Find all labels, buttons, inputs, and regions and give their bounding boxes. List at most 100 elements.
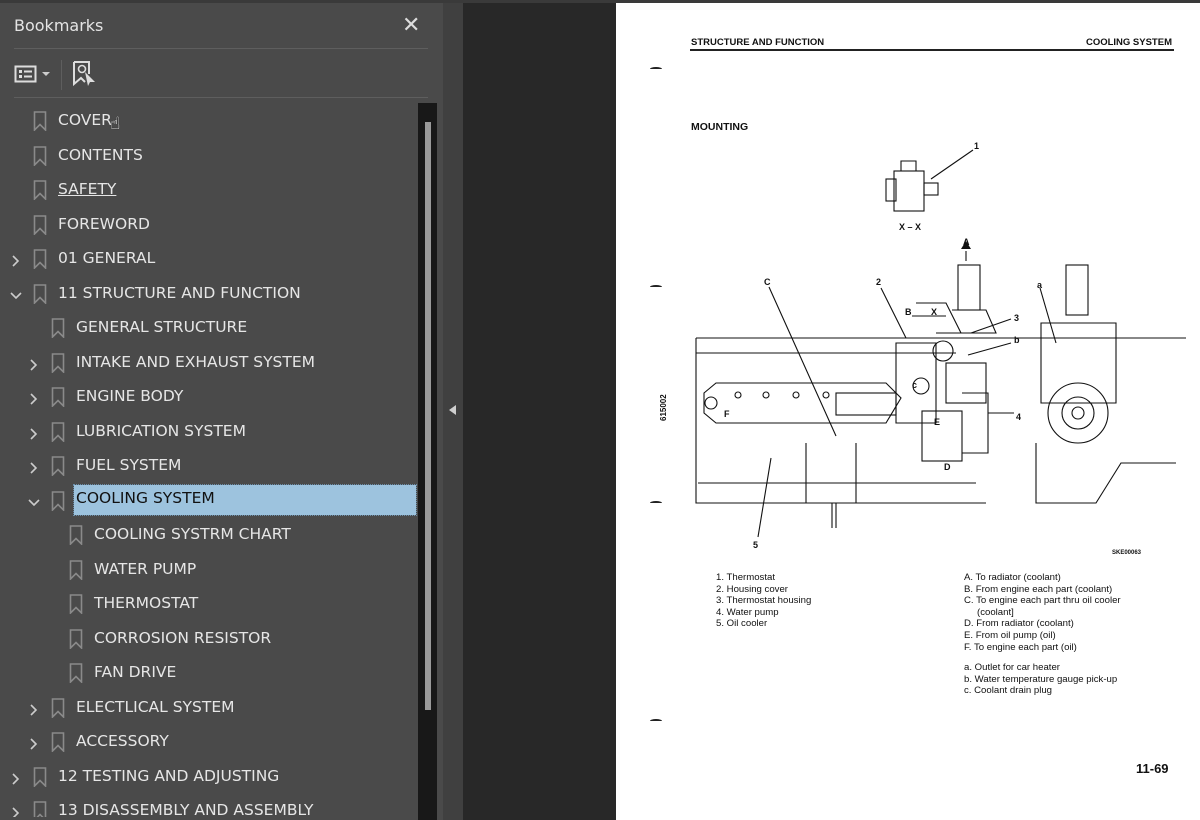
legend-item: 3. Thermostat housing	[716, 595, 812, 607]
bookmark-label: CORROSION RESISTOR	[94, 628, 272, 647]
legend-item: D. From radiator (coolant)	[964, 618, 1074, 630]
bookmark-label: THERMOSTAT	[94, 594, 199, 612]
bookmark-item[interactable]: 01 GENERAL	[0, 241, 418, 275]
flows-legend: A. To radiator (coolant) B. From engine …	[964, 572, 1121, 697]
legend-item: F. To engine each part (oil)	[964, 641, 1077, 653]
chevron-right-icon[interactable]	[28, 356, 40, 371]
diagram-label-b: b	[1014, 335, 1020, 345]
scrollbar-thumb[interactable]	[425, 122, 431, 710]
bookmark-label: ACCESSORY	[76, 732, 169, 750]
legend-item: 4. Water pump	[716, 606, 779, 618]
diagram-label-a: a	[1037, 280, 1043, 290]
chevron-down-icon[interactable]	[28, 494, 40, 506]
parts-legend: 1. Thermostat 2. Housing cover 3. Thermo…	[716, 572, 811, 630]
bookmark-item[interactable]: SAFETY	[0, 172, 418, 206]
legend-item: b. Water temperature gauge pick-up	[964, 673, 1118, 685]
close-icon[interactable]: ✕	[402, 13, 420, 38]
bookmark-icon	[51, 456, 65, 480]
bookmark-item[interactable]: FUEL SYSTEM	[0, 448, 418, 482]
bookmark-item[interactable]: FOREWORD	[0, 207, 418, 241]
chevron-right-icon[interactable]	[28, 735, 40, 750]
diagram-label-C: C	[764, 277, 771, 287]
bookmark-item[interactable]: THERMOSTAT	[0, 586, 418, 620]
bookmark-icon	[51, 318, 65, 342]
bookmark-icon	[51, 352, 65, 377]
bookmark-item[interactable]: LUBRICATION SYSTEM	[0, 414, 418, 448]
bookmark-icon	[33, 180, 47, 204]
collapse-panel-icon[interactable]	[449, 405, 456, 415]
bookmark-item[interactable]: CORROSION RESISTOR	[0, 621, 418, 655]
hand-cursor-icon: ☝	[110, 114, 121, 134]
legend-item: A. To radiator (coolant)	[964, 572, 1061, 583]
bookmark-options-icon	[14, 65, 37, 83]
chevron-right-icon[interactable]	[28, 390, 40, 405]
bookmark-item[interactable]: COOLING SYSTEM	[0, 483, 418, 517]
find-current-bookmark-button[interactable]	[72, 60, 98, 92]
bookmark-item[interactable]: ACCESSORY	[0, 724, 418, 758]
bookmark-item[interactable]: CONTENTS	[0, 138, 418, 172]
bookmark-label: FUEL SYSTEM	[76, 456, 182, 474]
bookmark-label: GENERAL STRUCTURE	[76, 318, 248, 336]
bookmark-item[interactable]: COOLING SYSTRM CHART	[0, 517, 418, 551]
bookmark-icon	[51, 732, 65, 756]
side-code: 615002	[659, 394, 668, 421]
diagram-label-section-view: X – X	[899, 222, 921, 232]
chevron-right-icon[interactable]	[10, 252, 22, 267]
diagram-label-3: 3	[1014, 313, 1019, 323]
bookmark-icon	[33, 766, 47, 791]
bookmark-item[interactable]: ELECTLICAL SYSTEM	[0, 690, 418, 724]
bookmark-icon	[69, 663, 83, 687]
diagram-label-c: c	[912, 380, 917, 390]
bookmark-tree: COVER CONTENTS SAFETY FOREWORD 01 GENERAL 11 …	[0, 100, 418, 817]
chevron-right-icon[interactable]	[28, 701, 40, 716]
bookmark-icon	[69, 559, 83, 584]
bookmark-label: 11 STRUCTURE AND FUNCTION	[58, 283, 301, 302]
bookmark-icon	[33, 249, 47, 273]
legend-item: C. To engine each part thru oil cooler	[964, 595, 1121, 607]
figure-code: SKE00063	[1112, 550, 1142, 556]
bookmark-label: WATER PUMP	[94, 559, 197, 578]
legend-item: 1. Thermostat	[716, 572, 776, 583]
divider	[14, 97, 428, 98]
chevron-down-icon[interactable]	[10, 287, 22, 299]
legend-item: c. Coolant drain plug	[964, 685, 1052, 697]
bookmark-label: 13 DISASSEMBLY AND ASSEMBLY	[58, 801, 314, 817]
diagram-label-5: 5	[753, 540, 758, 550]
legend-item: 5. Oil cooler	[716, 618, 768, 630]
bookmark-icon	[51, 697, 65, 722]
legend-item: (coolant]	[977, 606, 1014, 618]
bookmark-item[interactable]: FAN DRIVE	[0, 655, 418, 689]
bookmark-icon	[51, 387, 65, 411]
bookmark-icon	[33, 283, 47, 308]
bookmark-item[interactable]: INTAKE AND EXHAUST SYSTEM	[0, 345, 418, 379]
bookmark-label: 01 GENERAL	[58, 249, 156, 267]
chevron-down-icon	[42, 72, 50, 76]
bookmark-options-button[interactable]	[14, 61, 54, 87]
chevron-right-icon[interactable]	[28, 425, 40, 440]
bookmark-item[interactable]: WATER PUMP	[0, 552, 418, 586]
bookmark-item[interactable]: GENERAL STRUCTURE	[0, 310, 418, 344]
bookmark-label: ELECTLICAL SYSTEM	[76, 697, 235, 716]
chevron-right-icon[interactable]	[10, 804, 22, 817]
bookmark-label: INTAKE AND EXHAUST SYSTEM	[76, 352, 316, 371]
diagram-label-F: F	[724, 409, 730, 419]
diagram-label-B: B	[905, 307, 912, 317]
diagram-label-D: D	[944, 462, 951, 472]
bookmark-icon	[51, 421, 65, 446]
bookmark-item[interactable]: 12 TESTING AND ADJUSTING	[0, 759, 418, 793]
bookmark-item[interactable]: COVER	[0, 103, 418, 137]
bookmark-label: LUBRICATION SYSTEM	[76, 421, 246, 440]
bookmark-icon	[33, 145, 47, 170]
bookmark-item[interactable]: 13 DISASSEMBLY AND ASSEMBLY	[0, 793, 418, 817]
bookmark-icon	[69, 594, 83, 618]
diagram-label-2: 2	[876, 277, 881, 287]
bookmark-item[interactable]: ENGINE BODY	[0, 379, 418, 413]
chevron-right-icon[interactable]	[28, 459, 40, 474]
bookmark-icon	[33, 214, 47, 239]
toolbar-separator	[61, 60, 62, 90]
bookmark-label: FOREWORD	[58, 214, 150, 233]
chevron-right-icon[interactable]	[10, 770, 22, 785]
bookmark-label: COOLING SYSTRM CHART	[94, 525, 291, 543]
bookmark-item[interactable]: 11 STRUCTURE AND FUNCTION	[0, 276, 418, 310]
bookmark-icon	[33, 801, 47, 817]
